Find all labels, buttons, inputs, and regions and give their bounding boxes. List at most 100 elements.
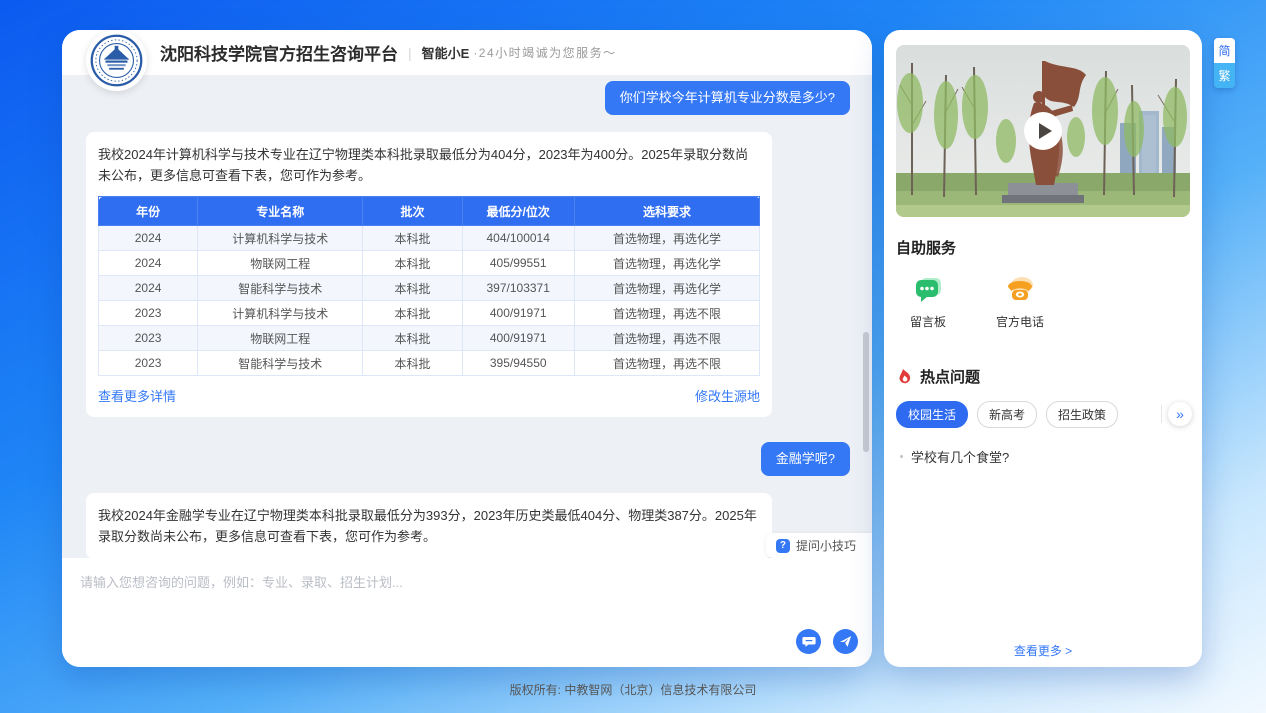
user-message-row: 金融学呢? — [62, 417, 872, 476]
change-origin-link[interactable]: 修改生源地 — [695, 386, 760, 405]
table-cell: 计算机科学与技术 — [198, 226, 363, 251]
assistant-name: 智能小E — [422, 43, 470, 62]
table-cell: 2024 — [99, 251, 198, 276]
table-cell: 本科批 — [363, 351, 462, 376]
page-background: 沈阳科技学院官方招生咨询平台 | 智能小E ·24小时竭诚为您服务～ 你们学校今… — [0, 0, 1266, 713]
table-header-cell: 专业名称 — [198, 197, 363, 226]
question-mark-icon: ? — [776, 539, 790, 553]
chat-scrollbar-thumb[interactable] — [863, 332, 869, 452]
play-triangle — [1039, 123, 1052, 139]
chat-header: 沈阳科技学院官方招生咨询平台 | 智能小E ·24小时竭诚为您服务～ — [62, 30, 872, 75]
table-cell: 首选物理，再选化学 — [574, 276, 759, 301]
chat-panel: 沈阳科技学院官方招生咨询平台 | 智能小E ·24小时竭诚为您服务～ 你们学校今… — [62, 30, 872, 667]
table-cell: 本科批 — [363, 251, 462, 276]
table-row: 2024 物联网工程 本科批 405/99551 首选物理，再选化学 — [99, 251, 760, 276]
table-cell: 智能科学与技术 — [198, 351, 363, 376]
title-separator: | — [408, 45, 412, 61]
table-cell: 首选物理，再选不限 — [574, 301, 759, 326]
user-message-bubble: 金融学呢? — [761, 442, 850, 476]
table-cell: 2024 — [99, 276, 198, 301]
tags-divider — [1161, 405, 1162, 423]
more-details-link[interactable]: 查看更多详情 — [98, 386, 176, 405]
hot-question-item[interactable]: 学校有几个食堂? — [900, 447, 1190, 466]
message-composer — [62, 558, 872, 667]
table-cell: 首选物理，再选不限 — [574, 326, 759, 351]
table-cell: 405/99551 — [462, 251, 574, 276]
view-more-link[interactable]: 查看更多 > — [884, 642, 1202, 659]
table-header-cell: 批次 — [363, 197, 462, 226]
simplified-chinese-button[interactable]: 简 — [1214, 38, 1235, 63]
bot-reply-text: 我校2024年计算机科学与技术专业在辽宁物理类本科批录取最低分为404分，202… — [98, 144, 760, 186]
table-cell: 本科批 — [363, 326, 462, 351]
table-header-cell: 最低分/位次 — [462, 197, 574, 226]
school-logo-emblem — [89, 33, 144, 88]
self-service-items: 留言板 官方电话 — [910, 273, 1190, 330]
table-cell: 首选物理，再选化学 — [574, 226, 759, 251]
table-header-cell: 选科要求 — [574, 197, 759, 226]
bot-card-links: 查看更多详情 修改生源地 — [98, 386, 760, 405]
table-cell: 397/103371 — [462, 276, 574, 301]
question-tips-button[interactable]: ? 提问小技巧 — [766, 533, 872, 558]
campus-video-thumbnail[interactable] — [896, 45, 1190, 217]
table-row: 2023 智能科学与技术 本科批 395/94550 首选物理，再选不限 — [99, 351, 760, 376]
hot-flame-icon — [896, 368, 913, 385]
table-cell: 物联网工程 — [198, 326, 363, 351]
table-cell: 物联网工程 — [198, 251, 363, 276]
play-icon[interactable] — [1024, 112, 1062, 150]
self-service-title: 自助服务 — [896, 237, 1190, 258]
service-tagline: ·24小时竭诚为您服务～ — [473, 44, 616, 61]
table-cell: 智能科学与技术 — [198, 276, 363, 301]
hot-questions-header: 热点问题 — [896, 366, 1190, 387]
table-row: 2023 物联网工程 本科批 400/91971 首选物理，再选不限 — [99, 326, 760, 351]
table-cell: 2023 — [99, 326, 198, 351]
service-item-official-phone[interactable]: 官方电话 — [996, 273, 1044, 330]
hot-questions-title: 热点问题 — [920, 366, 980, 387]
table-row: 2024 智能科学与技术 本科批 397/103371 首选物理，再选化学 — [99, 276, 760, 301]
language-toggle: 简 繁 — [1214, 38, 1235, 88]
table-cell: 2024 — [99, 226, 198, 251]
table-cell: 本科批 — [363, 226, 462, 251]
service-item-label: 留言板 — [910, 313, 946, 330]
table-cell: 2023 — [99, 351, 198, 376]
copyright-footer: 版权所有: 中教智网（北京）信息技术有限公司 — [0, 681, 1266, 698]
hot-question-tags: 校园生活 新高考 招生政策 » — [896, 402, 1190, 426]
table-cell: 400/91971 — [462, 301, 574, 326]
table-cell: 本科批 — [363, 276, 462, 301]
user-message-bubble: 你们学校今年计算机专业分数是多少? — [605, 81, 850, 115]
table-cell: 本科批 — [363, 301, 462, 326]
table-row: 2023 计算机科学与技术 本科批 400/91971 首选物理，再选不限 — [99, 301, 760, 326]
tag-campus-life[interactable]: 校园生活 — [896, 401, 968, 428]
table-cell: 计算机科学与技术 — [198, 301, 363, 326]
question-tips-label: 提问小技巧 — [796, 537, 856, 554]
table-row: 2024 计算机科学与技术 本科批 404/100014 首选物理，再选化学 — [99, 226, 760, 251]
message-board-icon — [912, 273, 944, 305]
message-input[interactable] — [80, 572, 820, 628]
official-phone-icon — [1004, 273, 1036, 305]
composer-actions — [796, 629, 858, 654]
table-cell: 400/91971 — [462, 326, 574, 351]
bot-message-card: 我校2024年计算机科学与技术专业在辽宁物理类本科批录取最低分为404分，202… — [86, 132, 772, 417]
user-message-row: 你们学校今年计算机专业分数是多少? — [62, 75, 872, 115]
tag-new-gaokao[interactable]: 新高考 — [977, 401, 1037, 428]
school-logo — [86, 30, 147, 91]
table-header-cell: 年份 — [99, 197, 198, 226]
platform-title: 沈阳科技学院官方招生咨询平台 — [160, 40, 398, 65]
table-cell: 404/100014 — [462, 226, 574, 251]
tag-admission-policy[interactable]: 招生政策 — [1046, 401, 1118, 428]
chat-message-area: 你们学校今年计算机专业分数是多少? 我校2024年计算机科学与技术专业在辽宁物理… — [62, 75, 872, 558]
double-chevron-icon[interactable]: » — [1168, 402, 1192, 426]
question-bullet — [900, 455, 903, 458]
sidebar-panel: 自助服务 留言板 — [884, 30, 1202, 667]
traditional-chinese-button[interactable]: 繁 — [1214, 63, 1235, 88]
bot-reply-text: 我校2024年金融学专业在辽宁物理类本科批录取最低分为393分，2023年历史类… — [98, 505, 760, 547]
table-cell: 首选物理，再选化学 — [574, 251, 759, 276]
service-item-message-board[interactable]: 留言板 — [910, 273, 946, 330]
send-icon[interactable] — [833, 629, 858, 654]
score-table: 年份 专业名称 批次 最低分/位次 选科要求 2024 计算机科学与技术 本科批… — [98, 196, 760, 376]
table-cell: 395/94550 — [462, 351, 574, 376]
service-item-label: 官方电话 — [996, 313, 1044, 330]
table-header-row: 年份 专业名称 批次 最低分/位次 选科要求 — [99, 197, 760, 226]
table-cell: 首选物理，再选不限 — [574, 351, 759, 376]
table-cell: 2023 — [99, 301, 198, 326]
chat-bubble-icon[interactable] — [796, 629, 821, 654]
